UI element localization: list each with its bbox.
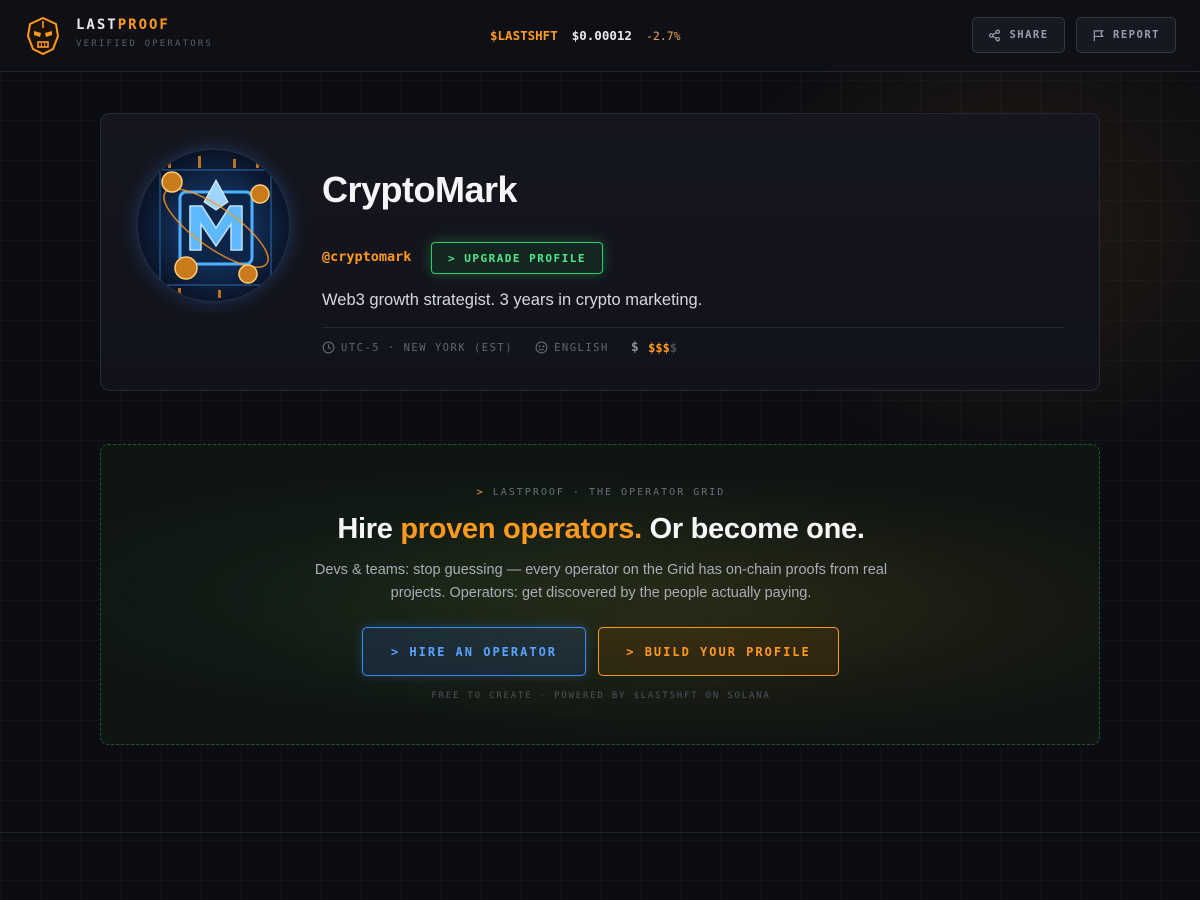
profile-name: CryptoMark: [322, 169, 518, 210]
price-tier-active: $$$: [648, 340, 670, 355]
upgrade-profile-button[interactable]: > UPGRADE PROFILE: [431, 242, 603, 274]
profile-card: CryptoMark @cryptomark > UPGRADE PROFILE…: [100, 113, 1100, 391]
dollar-icon: $: [630, 340, 641, 355]
language-text: ENGLISH: [554, 341, 609, 354]
report-label: REPORT: [1113, 29, 1160, 41]
brand-name-part2: PROOF: [117, 17, 170, 33]
profile-bio: Web3 growth strategist. 3 years in crypt…: [322, 291, 703, 309]
cta-title-part2: Or become one.: [641, 513, 865, 545]
flag-icon: [1093, 29, 1104, 41]
top-bar: LASTPROOF VERIFIED OPERATORS $LASTSHFT $…: [0, 0, 1200, 72]
robot-mask-icon[interactable]: [26, 16, 60, 56]
cta-eyebrow: > LASTPROOF · THE OPERATOR GRID: [101, 487, 1101, 498]
report-button[interactable]: REPORT: [1076, 17, 1176, 53]
divider: [322, 327, 1065, 328]
hire-operator-button[interactable]: > HIRE AN OPERATOR: [362, 627, 586, 676]
cta-card: > LASTPROOF · THE OPERATOR GRID Hire pro…: [100, 444, 1100, 745]
build-profile-button[interactable]: > BUILD YOUR PROFILE: [598, 627, 839, 676]
cta-title: Hire proven operators. Or become one.: [101, 513, 1101, 546]
brand-name-part1: LAST: [76, 17, 118, 33]
brand[interactable]: LASTPROOF VERIFIED OPERATORS: [76, 17, 213, 49]
ticker-symbol: $LASTSHFT: [490, 28, 558, 43]
cta-description: Devs & teams: stop guessing — every oper…: [314, 562, 888, 601]
cta-title-highlight: proven operators.: [400, 513, 642, 545]
language-meta: ENGLISH: [535, 341, 609, 354]
price-tier-inactive: $: [669, 340, 678, 355]
profile-handle: @cryptomark: [322, 249, 412, 265]
avatar[interactable]: [136, 148, 291, 303]
price-tier: $ $$$$: [631, 340, 677, 355]
brand-subtitle: VERIFIED OPERATORS: [76, 39, 214, 49]
brand-name: LASTPROOF: [76, 17, 213, 33]
cta-footnote: FREE TO CREATE · POWERED BY $LASTSHFT ON…: [431, 691, 771, 701]
profile-meta: UTC-5 · NEW YORK (EST) ENGLISH $ $$$$: [322, 340, 677, 355]
share-label: SHARE: [1009, 29, 1049, 41]
clock-icon: [322, 341, 335, 354]
ticker-change: -2.7%: [645, 29, 681, 43]
eyebrow-text: LASTPROOF · THE OPERATOR GRID: [492, 487, 726, 498]
ticker-price: $0.00012: [571, 28, 632, 43]
footer-divider: [0, 832, 1200, 833]
token-ticker: $LASTSHFT $0.00012 -2.7%: [490, 28, 681, 43]
cta-title-part1: Hire: [337, 513, 401, 545]
smiley-icon: [535, 341, 548, 354]
timezone-text: UTC-5 · NEW YORK (EST): [341, 341, 514, 354]
share-button[interactable]: SHARE: [972, 17, 1065, 53]
share-icon: [989, 29, 1001, 41]
timezone-meta: UTC-5 · NEW YORK (EST): [322, 341, 513, 354]
eyebrow-prefix: >: [476, 487, 485, 498]
